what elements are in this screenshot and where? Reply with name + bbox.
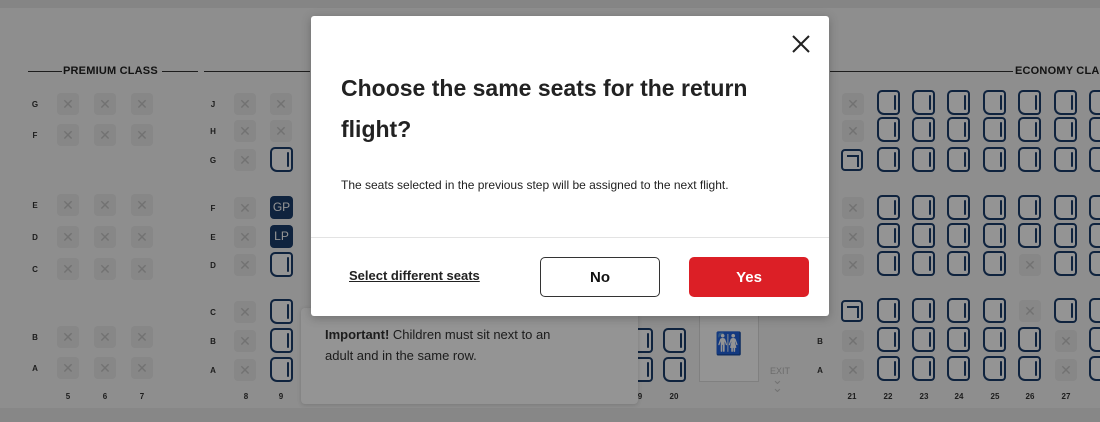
select-different-seats-link[interactable]: Select different seats — [349, 268, 480, 283]
modal-description: The seats selected in the previous step … — [341, 178, 729, 192]
yes-button[interactable]: Yes — [689, 257, 809, 297]
modal-divider — [311, 237, 829, 238]
close-icon — [792, 35, 810, 53]
modal-title: Choose the same seats for the return fli… — [341, 75, 748, 142]
no-button[interactable]: No — [540, 257, 660, 297]
close-button[interactable] — [787, 30, 815, 58]
return-flight-modal: Choose the same seats for the return fli… — [311, 16, 829, 316]
